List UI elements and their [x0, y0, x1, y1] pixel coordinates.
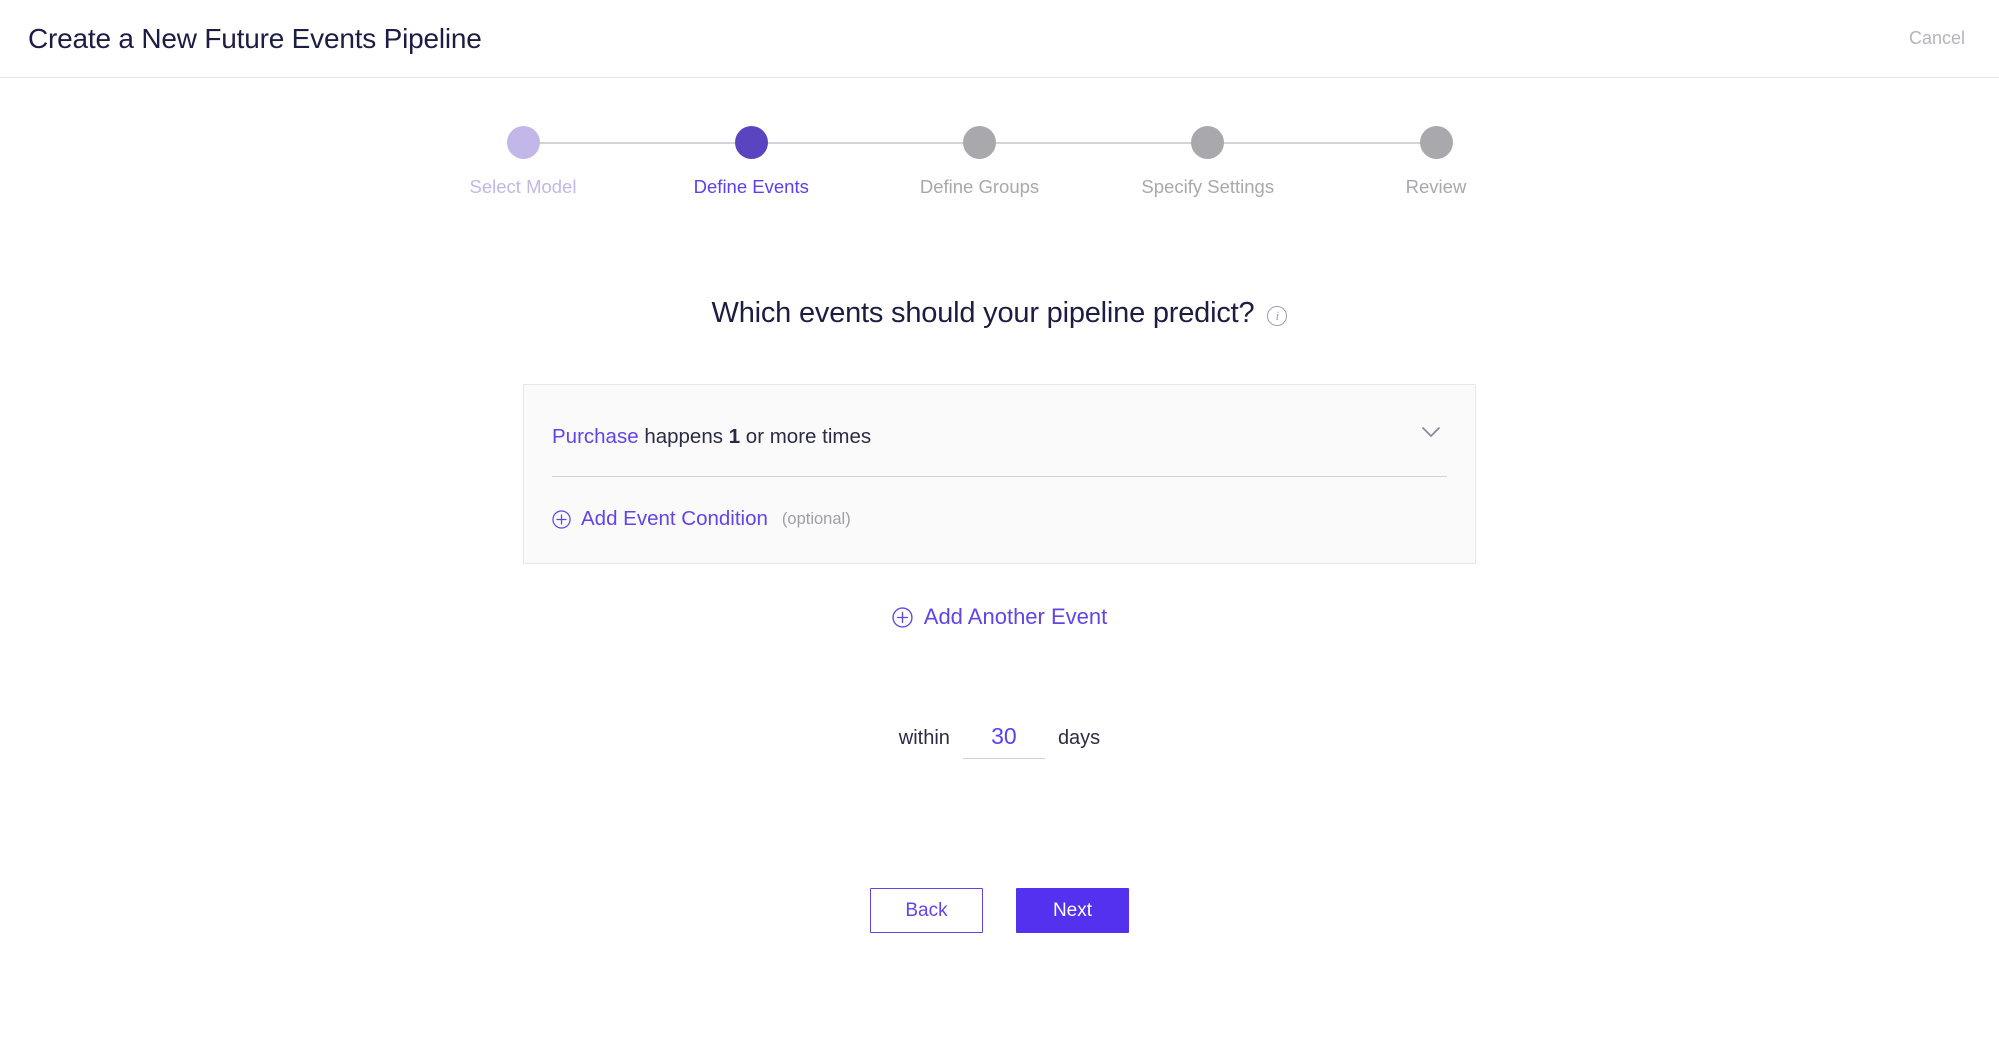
cancel-button[interactable]: Cancel	[1905, 22, 1969, 55]
plus-circle-icon	[552, 509, 571, 529]
step-label-select-model: Select Model	[469, 176, 577, 197]
step-label-specify-settings: Specify Settings	[1141, 176, 1275, 197]
question-heading: Which events should your pipeline predic…	[711, 297, 1255, 329]
step-dot-select-model	[506, 126, 540, 159]
step-dot-define-events	[734, 126, 768, 159]
event-predicate: happens	[644, 425, 723, 448]
next-button[interactable]: Next	[1016, 888, 1129, 933]
step-label-define-events: Define Events	[693, 176, 809, 197]
event-suffix: or more times	[745, 425, 872, 448]
timeframe-suffix-label: days	[1057, 727, 1101, 749]
page-header: Create a New Future Events Pipeline Canc…	[0, 0, 1999, 78]
stepper-step-select-model[interactable]: Select Model	[466, 126, 580, 198]
chevron-down-icon[interactable]	[1421, 426, 1441, 438]
plus-circle-icon	[892, 606, 913, 628]
step-dot-define-groups	[963, 126, 996, 159]
info-icon[interactable]: i	[1267, 305, 1288, 326]
step-dot-review	[1419, 126, 1453, 159]
add-event-condition-label: Add Event Condition	[581, 507, 768, 530]
event-condition-row[interactable]: Purchase happens 1 or more times	[552, 425, 1447, 477]
step-label-define-groups: Define Groups	[919, 176, 1040, 197]
wizard-stepper: Select Model Define Events Define Groups…	[466, 126, 1493, 198]
page-title: Create a New Future Events Pipeline	[28, 22, 482, 54]
event-count[interactable]: 1	[729, 425, 740, 448]
wizard-footer: Back Next	[0, 888, 1999, 933]
stepper-step-review[interactable]: Review	[1379, 126, 1493, 198]
question-heading-row: Which events should your pipeline predic…	[0, 297, 1999, 330]
event-name[interactable]: Purchase	[552, 425, 639, 448]
timeframe-prefix-label: within	[898, 727, 950, 749]
add-another-event-button[interactable]: Add Another Event	[0, 604, 1999, 630]
event-condition-text: Purchase happens 1 or more times	[552, 425, 872, 448]
event-definition-card: Purchase happens 1 or more times Add Eve…	[523, 384, 1476, 564]
stepper-step-define-events[interactable]: Define Events	[693, 126, 809, 198]
step-label-review: Review	[1405, 176, 1467, 197]
timeframe-row: within days	[0, 723, 1999, 759]
add-event-condition-button[interactable]: Add Event Condition (optional)	[552, 507, 851, 531]
timeframe-days-input[interactable]	[962, 723, 1045, 759]
back-button[interactable]: Back	[870, 888, 983, 933]
step-dot-specify-settings	[1191, 126, 1225, 159]
stepper-step-define-groups[interactable]: Define Groups	[919, 126, 1040, 198]
add-event-condition-optional: (optional)	[781, 509, 851, 528]
stepper-step-specify-settings[interactable]: Specify Settings	[1141, 126, 1274, 198]
stepper-steps: Select Model Define Events Define Groups…	[466, 126, 1493, 198]
add-another-event-label: Add Another Event	[923, 604, 1108, 629]
create-pipeline-wizard: Create a New Future Events Pipeline Canc…	[0, 0, 1999, 1046]
